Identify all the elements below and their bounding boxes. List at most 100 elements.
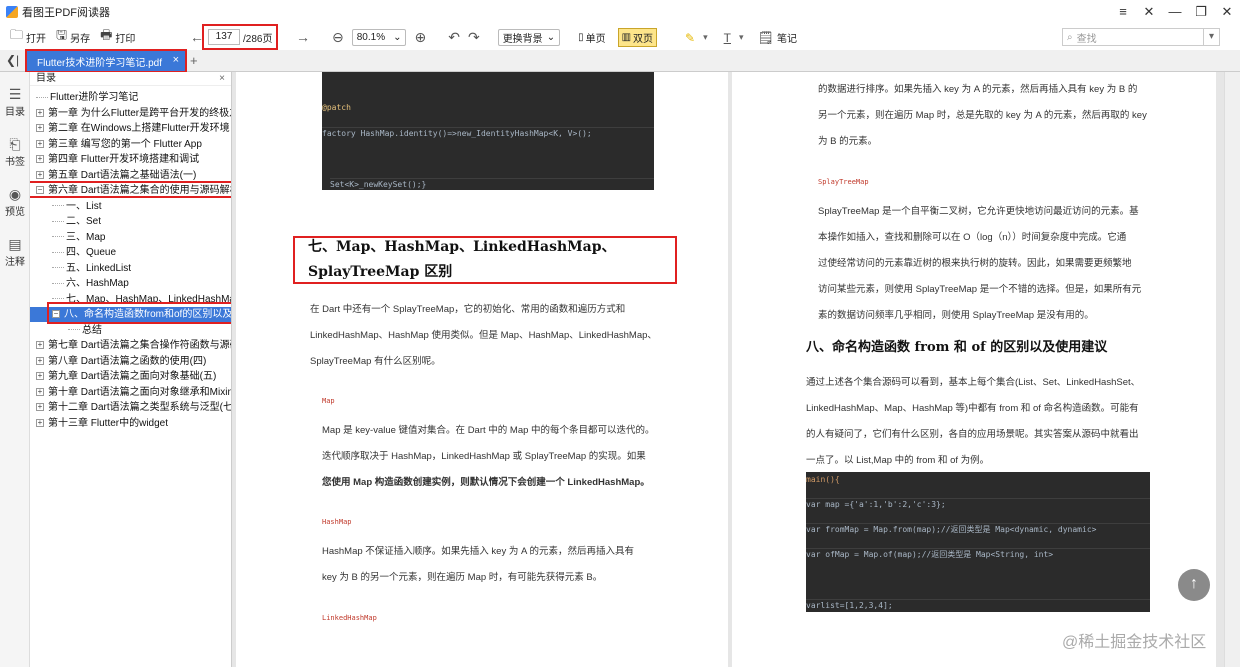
toc-item[interactable]: + 第十二章 Dart语法篇之类型系统与泛型(七) [30, 400, 231, 415]
chevron-down-icon: ⌄ [393, 32, 402, 43]
single-page-icon: ▯ [578, 32, 584, 43]
double-page-icon: ▥ [621, 32, 632, 43]
page-left: @patch factory HashMap.identity()=>new_I… [236, 72, 728, 667]
preview-button[interactable]: ◉ 预览 [0, 186, 30, 218]
toc-item[interactable]: − 第六章 Dart语法篇之集合的使用与源码解析( [30, 183, 231, 198]
highlighter-icon[interactable]: ✎ [685, 31, 695, 45]
expand-icon[interactable]: + [36, 341, 44, 350]
notes-label: 笔记 [777, 34, 798, 45]
save-as-button[interactable]: 🖫 另存 [56, 26, 90, 48]
chevron-down-icon[interactable]: ▾ [703, 32, 708, 43]
search-input[interactable]: ⌕ 查找 ▾ [1062, 28, 1220, 46]
toc-item[interactable]: + 第四章 Flutter开发环境搭建和调试 [30, 152, 231, 167]
chevron-down-icon: ⌄ [546, 32, 556, 43]
text-color-icon[interactable]: T [724, 31, 731, 45]
double-page-button[interactable]: ▥ 双页 [617, 28, 658, 47]
toc-item[interactable]: + 第一章 为什么Flutter是跨平台开发的终极之选 [30, 106, 231, 121]
chevron-down-icon[interactable]: ▾ [739, 32, 744, 43]
paragraph: HashMap 不保证插入顺序。如果先插入 key 为 A 的元素，然后再插入具… [322, 546, 634, 583]
toc-item[interactable]: 总结 [30, 323, 231, 338]
expand-icon[interactable]: + [36, 139, 44, 148]
rotate-left-icon[interactable]: ↶ [448, 29, 460, 46]
vertical-scrollbar[interactable] [1224, 72, 1240, 667]
preview-label: 预览 [5, 207, 25, 218]
toc-item[interactable]: 三、Map [30, 230, 231, 245]
toc-item[interactable]: 一、List [30, 199, 231, 214]
background-select[interactable]: 更换背景 ⌄ [497, 29, 561, 46]
current-page-input[interactable]: 137 [208, 29, 240, 45]
toc-button[interactable]: ☰ 目录 [0, 86, 30, 118]
collapse-icon[interactable]: − [36, 186, 44, 195]
toc-item[interactable]: + 第七章 Dart语法篇之集合操作符函数与源码分析 [30, 338, 231, 353]
add-tab-icon[interactable]: + [190, 53, 198, 68]
expand-icon[interactable]: + [36, 372, 44, 381]
code-block: @patch factory HashMap.identity()=>new_I… [322, 72, 654, 190]
toc-item[interactable]: + 第八章 Dart语法篇之函数的使用(四) [30, 354, 231, 369]
toc-item[interactable]: 六、HashMap [30, 276, 231, 291]
toolbar: 🗀 打开 🖫 另存 🖶 打印 ← 137 /286页 → ⊖ 80.1% ⌄ ⊕ ↶ ↷… [0, 24, 1240, 50]
toc-item[interactable]: + 第九章 Dart语法篇之面向对象基础(五) [30, 369, 231, 384]
code-line: main(){ [806, 475, 840, 484]
expand-icon[interactable]: + [36, 403, 44, 412]
collapse-sidebar-icon[interactable]: ❮| [6, 53, 19, 67]
toc-item[interactable]: − 八、命名构造函数from和of的区别以及使 [30, 307, 231, 322]
window-controls: ≡ ✕ — ❐ ✕ [1110, 0, 1240, 24]
toc-item[interactable]: 五、LinkedList [30, 261, 231, 276]
maximize-button[interactable]: ❐ [1188, 0, 1214, 24]
expand-icon[interactable]: + [36, 356, 44, 365]
document-tab[interactable]: Flutter技术进阶学习笔记.pdf × [25, 49, 187, 73]
toc-item[interactable]: + 第三章 编写您的第一个 Flutter App [30, 137, 231, 152]
save-as-label: 另存 [70, 33, 91, 45]
expand-icon[interactable]: + [36, 170, 44, 179]
toc-item[interactable]: 四、Queue [30, 245, 231, 260]
expand-icon[interactable]: + [36, 108, 44, 117]
toc-item-label: 第二章 在Windows上搭建Flutter开发环境 [48, 123, 230, 134]
tree-connector [68, 329, 80, 331]
print-button[interactable]: 🖶 打印 [100, 26, 135, 48]
save-icon: 🖫 [56, 27, 68, 42]
minimize-button[interactable]: — [1162, 0, 1188, 24]
search-options-icon[interactable]: ▾ [1203, 29, 1219, 45]
code-label-splaytreemap: SplayTreeMap [818, 178, 869, 186]
zoom-in-icon[interactable]: ⊕ [414, 29, 426, 46]
toc-item[interactable]: Flutter进阶学习笔记 [30, 90, 231, 105]
close-toc-icon[interactable]: × [219, 72, 225, 86]
expand-icon[interactable]: + [36, 387, 44, 396]
side-icon-bar: ☰ 目录 ⎗ 书签 ◉ 预览 ▤ 注释 [0, 72, 30, 667]
zoom-out-icon[interactable]: ⊖ [332, 29, 344, 46]
notes-button[interactable]: 🗒 笔记 [758, 30, 798, 46]
bookmark-button[interactable]: ⎗ 书签 [0, 136, 30, 168]
toc-item[interactable]: + 第二章 在Windows上搭建Flutter开发环境 [30, 121, 231, 136]
collapse-icon[interactable]: − [52, 310, 60, 319]
toc-item-label: Flutter进阶学习笔记 [50, 92, 139, 103]
document-view[interactable]: @patch factory HashMap.identity()=>new_I… [232, 72, 1240, 667]
open-label: 打开 [26, 33, 47, 45]
toc-panel: 目录 × Flutter进阶学习笔记 + 第一章 为什么Flutter是跨平台开发的… [30, 72, 232, 667]
annotation-button[interactable]: ▤ 注释 [0, 236, 30, 268]
pin-icon[interactable]: ✕ [1136, 0, 1162, 24]
toc-item[interactable]: + 第五章 Dart语法篇之基础语法(一) [30, 168, 231, 183]
toc-item[interactable]: + 第十三章 Flutter中的widget [30, 416, 231, 431]
expand-icon[interactable]: + [36, 124, 44, 133]
toc-item-label: 六、HashMap [66, 278, 129, 289]
next-page-arrow-icon[interactable]: → [296, 29, 310, 45]
expand-icon[interactable]: + [36, 155, 44, 164]
tree-connector [52, 298, 64, 300]
scroll-to-top-button[interactable]: ↑ [1178, 569, 1210, 601]
menu-icon[interactable]: ≡ [1110, 0, 1136, 24]
expand-icon[interactable]: + [36, 418, 44, 427]
single-page-button[interactable]: ▯ 单页 [574, 28, 610, 47]
toc-item[interactable]: 七、Map、HashMap、LinkedHashMap、 [30, 292, 231, 307]
rotate-right-icon[interactable]: ↷ [468, 29, 480, 46]
close-tab-icon[interactable]: × [173, 54, 179, 66]
highlight-box [293, 236, 677, 284]
toc-item[interactable]: 二、Set [30, 214, 231, 229]
paragraph: 的数据进行排序。如果先插入 key 为 A 的元素，然后再插入具有 key 为 … [818, 84, 1147, 147]
zoom-select[interactable]: 80.1% ⌄ [351, 29, 407, 46]
tree-connector [52, 282, 64, 284]
close-window-button[interactable]: ✕ [1214, 0, 1240, 24]
tree-connector [52, 205, 64, 207]
toc-item-label: 第五章 Dart语法篇之基础语法(一) [48, 169, 197, 181]
open-button[interactable]: 🗀 打开 [10, 26, 46, 48]
toc-item[interactable]: + 第十章 Dart语法篇之面向对象继承和Mixins [30, 385, 231, 400]
